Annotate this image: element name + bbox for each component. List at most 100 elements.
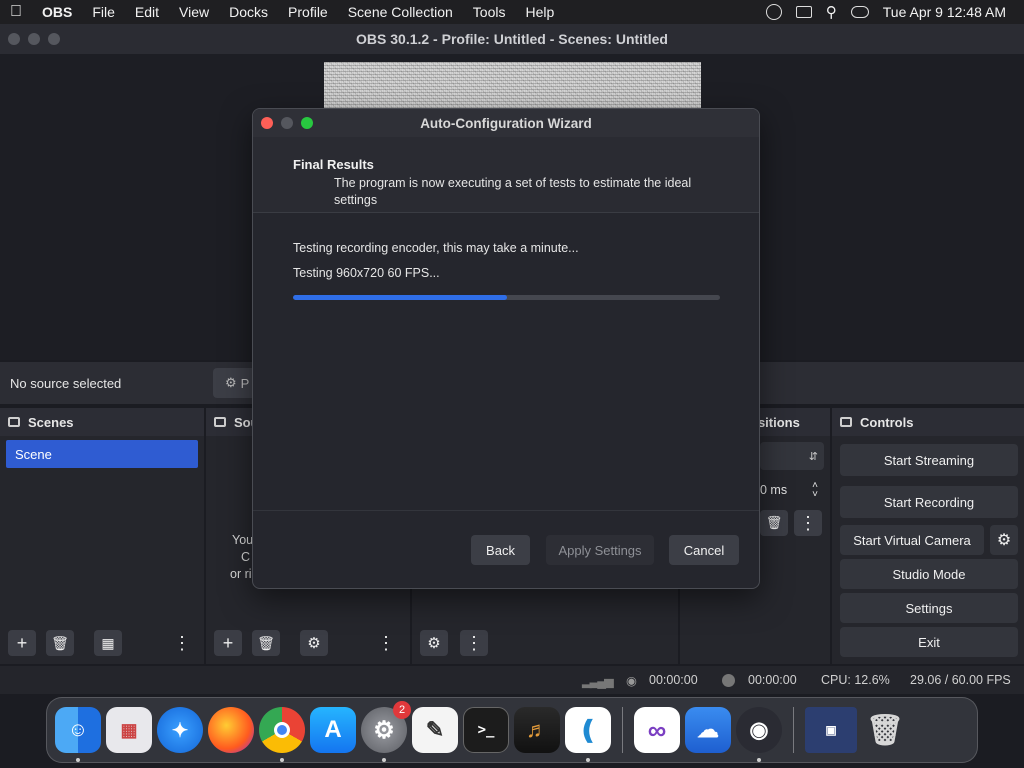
duration-value: 0 ms bbox=[760, 483, 788, 497]
menu-docks[interactable]: Docks bbox=[219, 4, 278, 20]
trash-icon[interactable]: 🗑 bbox=[862, 707, 908, 753]
status-bar: ▂▃▄▅ ◉ 00:00:00 00:00:00 CPU: 12.6% 29.0… bbox=[0, 666, 1024, 694]
control-center-icon[interactable] bbox=[850, 6, 869, 18]
scene-filters-button[interactable]: ▦ bbox=[94, 630, 122, 656]
sources-hint-line: C bbox=[241, 550, 251, 564]
garageband-icon[interactable]: ♬ bbox=[514, 707, 560, 753]
mixer-more-button[interactable]: ⋮ bbox=[460, 630, 488, 656]
menu-app-name[interactable]: OBS bbox=[32, 4, 82, 20]
dock-float-icon[interactable] bbox=[8, 417, 20, 427]
source-properties-button[interactable]: ⚙ bbox=[300, 630, 328, 656]
remove-scene-button[interactable]: 🗑 bbox=[46, 630, 74, 656]
stream-time: 00:00:00 bbox=[649, 673, 698, 687]
mixer-toolbar: ⚙ ⋮ bbox=[412, 622, 678, 664]
wizard-body: Testing recording encoder, this may take… bbox=[253, 213, 759, 300]
menu-file[interactable]: File bbox=[82, 4, 125, 20]
final-results-description: The program is now executing a set of te… bbox=[334, 176, 692, 207]
transition-select[interactable]: ⇵ bbox=[760, 442, 824, 470]
system-settings-icon[interactable]: ⚙ 2 bbox=[361, 701, 411, 762]
window-title: OBS 30.1.2 - Profile: Untitled - Scenes:… bbox=[356, 31, 668, 47]
remove-source-button[interactable]: 🗑 bbox=[252, 630, 280, 656]
wizard-close-button[interactable] bbox=[261, 117, 273, 129]
start-streaming-button[interactable]: Start Streaming bbox=[840, 444, 1018, 476]
sources-hint-line: or ri bbox=[230, 567, 252, 581]
menubar-clock[interactable]: Tue Apr 9 12:48 AM bbox=[883, 4, 1006, 20]
dock-float-icon[interactable] bbox=[840, 417, 852, 427]
scenes-toolbar: + 🗑 ▦ ⋮ bbox=[0, 622, 204, 664]
fps-readout: 29.06 / 60.00 FPS bbox=[910, 673, 1011, 687]
wizard-minimize-button[interactable] bbox=[281, 117, 293, 129]
properties-label: P bbox=[240, 375, 250, 391]
scene-more-icon[interactable]: ⋮ bbox=[168, 630, 196, 656]
transition-more-button[interactable]: ⋮ bbox=[794, 510, 822, 536]
obs-icon[interactable]: ◉ bbox=[736, 707, 782, 762]
visual-studio-icon[interactable]: ∞ bbox=[634, 707, 680, 753]
remove-transition-button[interactable]: 🗑 bbox=[760, 510, 788, 536]
menu-scene-collection[interactable]: Scene Collection bbox=[338, 4, 463, 20]
final-results-heading: Final Results bbox=[293, 157, 374, 172]
window-close-button[interactable] bbox=[8, 33, 20, 45]
test-status-line: Testing recording encoder, this may take… bbox=[293, 241, 579, 255]
sources-hint-line: You bbox=[232, 533, 254, 547]
settings-badge: 2 bbox=[393, 701, 411, 719]
wizard-title: Auto-Configuration Wizard bbox=[420, 115, 592, 131]
apple-icon[interactable]:  bbox=[0, 3, 32, 21]
mixer-settings-button[interactable]: ⚙ bbox=[420, 630, 448, 656]
weather-icon[interactable]: ☁ bbox=[685, 707, 731, 753]
obs-window-titlebar: OBS 30.1.2 - Profile: Untitled - Scenes:… bbox=[0, 24, 1024, 54]
scene-item-label: Scene bbox=[15, 446, 52, 462]
exit-button[interactable]: Exit bbox=[840, 627, 1018, 657]
settings-button[interactable]: Settings bbox=[840, 593, 1018, 623]
transition-duration-input[interactable]: 0 ms ˄ ˅ bbox=[760, 476, 824, 504]
firefox-icon[interactable] bbox=[208, 707, 254, 753]
wizard-titlebar: Auto-Configuration Wizard bbox=[253, 109, 759, 137]
app-store-icon[interactable]: A bbox=[310, 707, 356, 753]
cancel-button[interactable]: Cancel bbox=[669, 535, 739, 565]
wizard-maximize-button[interactable] bbox=[301, 117, 313, 129]
start-virtual-camera-button[interactable]: Start Virtual Camera bbox=[840, 525, 984, 555]
no-source-label: No source selected bbox=[10, 375, 122, 391]
menu-help[interactable]: Help bbox=[515, 4, 564, 20]
window-switch-icon[interactable] bbox=[795, 6, 812, 18]
wizard-header: Final Results The program is now executi… bbox=[253, 137, 759, 213]
scenes-dock-title: Scenes bbox=[28, 414, 74, 430]
chrome-icon[interactable] bbox=[259, 707, 305, 762]
finder-icon[interactable]: ☺ bbox=[55, 707, 101, 762]
dock-float-icon[interactable] bbox=[214, 417, 226, 427]
menu-view[interactable]: View bbox=[169, 4, 219, 20]
dock-separator bbox=[793, 707, 794, 753]
cpu-usage: CPU: 12.6% bbox=[821, 673, 890, 687]
launchpad-icon[interactable]: ▦ bbox=[106, 707, 152, 753]
back-button[interactable]: Back bbox=[471, 535, 530, 565]
add-scene-button[interactable]: + bbox=[8, 630, 36, 656]
apply-settings-button[interactable]: Apply Settings bbox=[546, 535, 654, 565]
record-status-icon bbox=[722, 673, 735, 687]
studio-mode-button[interactable]: Studio Mode bbox=[840, 559, 1018, 589]
controls-dock-header: Controls bbox=[832, 408, 1024, 436]
add-source-button[interactable]: + bbox=[214, 630, 242, 656]
terminal-icon[interactable]: >_ bbox=[463, 707, 509, 753]
source-more-icon[interactable]: ⋮ bbox=[372, 630, 400, 656]
scene-list-item[interactable]: Scene bbox=[6, 440, 198, 468]
menu-edit[interactable]: Edit bbox=[125, 4, 169, 20]
textedit-icon[interactable]: ✎ bbox=[412, 707, 458, 753]
window-minimize-button[interactable] bbox=[28, 33, 40, 45]
preview-canvas[interactable] bbox=[324, 62, 701, 108]
obs-status-icon[interactable] bbox=[765, 4, 782, 20]
vscode-icon[interactable]: ❪ bbox=[565, 707, 611, 762]
stepper-icon[interactable]: ˄ ˅ bbox=[812, 481, 818, 500]
scenes-dock: Scenes Scene + 🗑 ▦ ⋮ bbox=[0, 408, 206, 664]
spotlight-search-icon[interactable]: ⚲ bbox=[826, 3, 837, 21]
sources-toolbar: + 🗑 ⚙ ⋮ bbox=[206, 622, 410, 664]
sources-empty-hint: You C or ri bbox=[230, 532, 253, 583]
window-preview-icon[interactable]: ▣ bbox=[805, 707, 857, 753]
safari-icon[interactable]: ✦ bbox=[157, 707, 203, 753]
menu-profile[interactable]: Profile bbox=[278, 4, 338, 20]
start-recording-button[interactable]: Start Recording bbox=[840, 486, 1018, 518]
window-maximize-button[interactable] bbox=[48, 33, 60, 45]
virtual-camera-settings-gear-icon[interactable]: ⚙ bbox=[990, 525, 1018, 555]
macos-dock: ☺ ▦ ✦ A ⚙ 2 ✎ >_ ♬ ❪ ∞ ☁ ◉ ▣ 🗑 bbox=[46, 697, 978, 763]
record-time: 00:00:00 bbox=[748, 673, 797, 687]
menu-tools[interactable]: Tools bbox=[463, 4, 516, 20]
test-progress-bar bbox=[293, 295, 720, 300]
